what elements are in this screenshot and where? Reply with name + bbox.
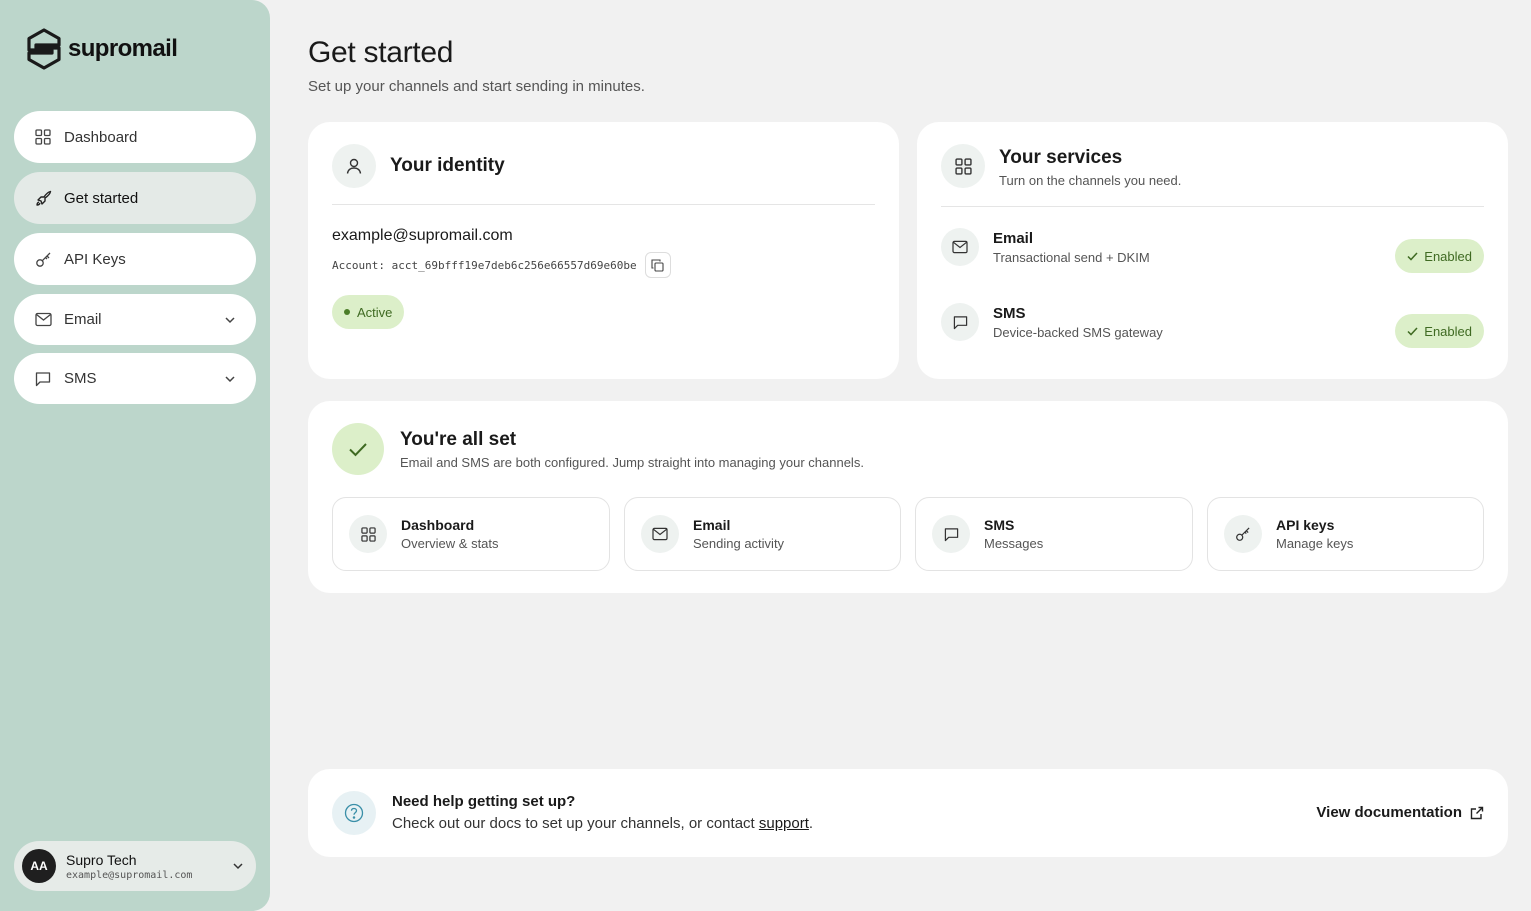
quick-link-title: Email (693, 517, 731, 533)
key-icon (34, 250, 52, 268)
quick-link-sub: Manage keys (1276, 536, 1354, 551)
message-icon (941, 303, 979, 341)
services-card: Your services Turn on the channels you n… (917, 122, 1508, 379)
chevron-down-icon[interactable] (232, 857, 244, 875)
service-row-email: Email Transactional send + DKIM (941, 228, 1150, 266)
identity-title: Your identity (390, 155, 505, 176)
service-desc: Transactional send + DKIM (993, 249, 1150, 265)
status-badge: Enabled (1395, 239, 1484, 273)
service-name: SMS (993, 304, 1026, 322)
sidebar-item-label: API Keys (64, 250, 126, 268)
quick-link-sub: Overview & stats (401, 536, 499, 551)
quick-link-title: API keys (1276, 517, 1335, 533)
sidebar-item-label: Dashboard (64, 128, 138, 146)
sidebar: supromail Dashboard Get started API Keys (0, 0, 270, 911)
copy-icon (651, 258, 664, 272)
sidebar-item-label: Email (64, 311, 102, 328)
rocket-icon (34, 189, 52, 207)
check-icon (1407, 251, 1418, 261)
sidebar-item-label: Get started (64, 189, 139, 207)
mail-icon (941, 228, 979, 266)
identity-card: Your identity example@supromail.com Acco… (308, 122, 899, 379)
divider (941, 206, 1484, 207)
quick-link-email[interactable]: Email Sending activity (624, 497, 901, 571)
key-icon (1224, 515, 1262, 553)
check-circle-icon (332, 423, 384, 475)
quick-link-sub: Messages (984, 536, 1044, 551)
page-title: Get started (308, 36, 454, 69)
sidebar-item-label: SMS (64, 370, 97, 387)
user-menu[interactable]: AA Supro Tech example@supromail.com (14, 841, 256, 891)
message-icon (34, 370, 52, 388)
service-desc: Device-backed SMS gateway (993, 324, 1163, 340)
message-icon (932, 515, 970, 553)
view-documentation-link[interactable]: View documentation (1316, 804, 1484, 821)
mail-icon (34, 311, 52, 329)
check-icon (1407, 326, 1418, 336)
page-subtitle: Set up your channels and start sending i… (308, 78, 645, 95)
service-name: Email (993, 229, 1034, 247)
all-set-subtitle: Email and SMS are both configured. Jump … (400, 455, 864, 470)
status-label: Enabled (1424, 323, 1472, 339)
user-email: example@supromail.com (66, 869, 193, 881)
account-row: Account: acct_69bfff19e7deb6c256e66557d6… (332, 252, 671, 278)
divider (332, 204, 875, 205)
quick-link-title: SMS (984, 517, 1015, 533)
support-link[interactable]: support (759, 815, 809, 832)
grid-icon (941, 144, 985, 188)
user-name: Supro Tech (66, 851, 137, 868)
sidebar-item-sms[interactable]: SMS (14, 353, 256, 404)
account-id: acct_69bfff19e7deb6c256e66557d69e60be (391, 258, 637, 272)
help-text-before: Check out our docs to set up your channe… (392, 815, 759, 832)
brand-logo[interactable]: supromail (26, 28, 178, 70)
account-label: Account: (332, 258, 385, 272)
logo-icon (27, 28, 61, 70)
identity-email: example@supromail.com (332, 227, 513, 244)
services-title: Your services (999, 147, 1123, 168)
quick-link-sub: Sending activity (693, 536, 785, 551)
status-label: Enabled (1424, 248, 1472, 264)
help-title: Need help getting set up? (392, 793, 576, 810)
status-label: Active (357, 304, 393, 320)
brand-name: supromail (68, 35, 178, 62)
service-row-sms: SMS Device-backed SMS gateway (941, 303, 1163, 341)
copy-button[interactable] (644, 252, 671, 278)
sidebar-item-email[interactable]: Email (14, 294, 256, 345)
sidebar-item-get-started[interactable]: Get started (14, 172, 256, 224)
status-badge: Enabled (1395, 314, 1484, 348)
chevron-down-icon[interactable] (224, 311, 236, 328)
help-text-after: . (808, 815, 814, 832)
docs-label: View documentation (1316, 804, 1462, 821)
quick-link-title: Dashboard (401, 517, 475, 533)
user-icon (332, 144, 376, 188)
quick-link-sms[interactable]: SMS Messages (915, 497, 1193, 571)
all-set-card: You're all set Email and SMS are both co… (308, 401, 1508, 593)
external-link-icon (1470, 806, 1484, 819)
chevron-down-icon[interactable] (224, 370, 236, 387)
services-subtitle: Turn on the channels you need. (999, 173, 1182, 188)
avatar: AA (22, 849, 56, 883)
sidebar-item-dashboard[interactable]: Dashboard (14, 111, 256, 163)
status-dot (344, 309, 350, 315)
grid-icon (34, 128, 52, 146)
all-set-title: You're all set (400, 429, 517, 450)
quick-link-dashboard[interactable]: Dashboard Overview & stats (332, 497, 610, 571)
sidebar-item-api-keys[interactable]: API Keys (14, 233, 256, 285)
status-badge: Active (332, 295, 405, 329)
help-icon (332, 791, 376, 835)
quick-link-api-keys[interactable]: API keys Manage keys (1207, 497, 1484, 571)
help-text: Check out our docs to set up your channe… (392, 815, 813, 832)
mail-icon (641, 515, 679, 553)
help-card: Need help getting set up? Check out our … (308, 769, 1508, 857)
grid-icon (349, 515, 387, 553)
